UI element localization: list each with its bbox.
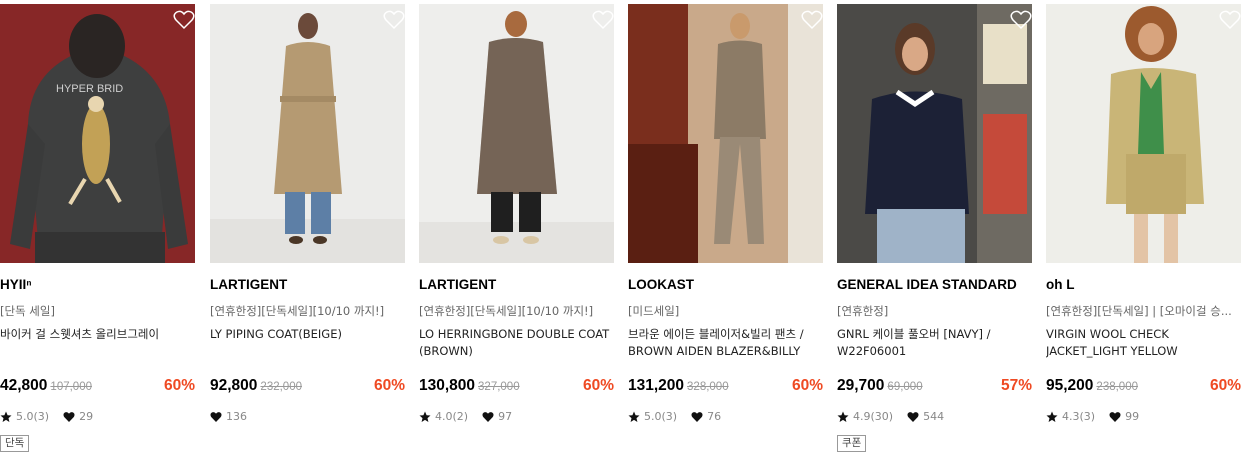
price: 42,800 107,000 bbox=[0, 377, 92, 395]
sale-price: 92,800 bbox=[210, 377, 258, 394]
product-name[interactable]: LO HERRINGBONE DOUBLE COAT (BROWN) bbox=[419, 326, 611, 360]
product-name[interactable]: GNRL 케이블 풀오버 [NAVY] / W22F06001 bbox=[837, 326, 1029, 360]
sale-price: 130,800 bbox=[419, 377, 476, 394]
rating-text: 5.0(3) bbox=[644, 410, 678, 423]
original-price: 69,000 bbox=[887, 381, 923, 393]
star-icon bbox=[419, 411, 431, 422]
price: 131,200 328,000 bbox=[628, 377, 729, 395]
product-card[interactable]: LARTIGENT [연휴한정][단독세일][10/10 까지!] LY PIP… bbox=[210, 4, 405, 456]
wishlist-heart-icon[interactable] bbox=[1219, 10, 1241, 30]
heart-filled-icon bbox=[691, 411, 703, 422]
price: 29,700 69,000 bbox=[837, 377, 923, 395]
sale-tag: [미드세일] bbox=[628, 304, 680, 318]
wishlist-heart-icon[interactable] bbox=[173, 10, 195, 30]
original-price: 238,000 bbox=[1096, 381, 1138, 393]
likes-count: 97 bbox=[498, 410, 513, 423]
brand-name[interactable]: LARTIGENT bbox=[210, 277, 287, 292]
heart-filled-icon bbox=[63, 411, 75, 422]
brand-name[interactable]: GENERAL IDEA STANDARD bbox=[837, 277, 1017, 292]
exclusive-badge: 단독 bbox=[0, 435, 30, 452]
product-name[interactable]: LY PIPING COAT(BEIGE) bbox=[210, 326, 402, 343]
product-meta: 4.3(3) 99 bbox=[1046, 410, 1139, 423]
rating-text: 4.0(2) bbox=[435, 410, 469, 423]
likes: 76 bbox=[691, 410, 721, 423]
likes: 136 bbox=[210, 410, 247, 423]
sale-tag: [단독 세일] bbox=[0, 304, 55, 318]
wishlist-heart-icon[interactable] bbox=[592, 10, 614, 30]
product-name[interactable]: VIRGIN WOOL CHECK JACKET_LIGHT YELLOW bbox=[1046, 326, 1238, 360]
brand-name[interactable]: LOOKAST bbox=[628, 277, 694, 292]
likes-count: 544 bbox=[923, 410, 945, 423]
star-icon bbox=[837, 411, 849, 422]
rating-text: 4.3(3) bbox=[1062, 410, 1096, 423]
coupon-badge: 쿠폰 bbox=[837, 435, 867, 452]
product-meta: 4.9(30) 544 bbox=[837, 410, 944, 423]
product-image[interactable] bbox=[1046, 4, 1241, 263]
product-image[interactable]: HYPER BRID bbox=[0, 4, 195, 263]
likes-count: 136 bbox=[226, 410, 247, 423]
wishlist-heart-icon[interactable] bbox=[383, 10, 405, 30]
likes-count: 99 bbox=[1125, 410, 1140, 423]
product-image[interactable] bbox=[419, 4, 614, 263]
sale-price: 95,200 bbox=[1046, 377, 1094, 394]
likes: 97 bbox=[482, 410, 512, 423]
wishlist-heart-icon[interactable] bbox=[801, 10, 823, 30]
discount-rate: 57% bbox=[1000, 377, 1032, 394]
product-meta: 4.0(2) 97 bbox=[419, 410, 512, 423]
original-price: 328,000 bbox=[687, 381, 729, 393]
rating-text: 4.9(30) bbox=[853, 410, 894, 423]
likes: 99 bbox=[1109, 410, 1139, 423]
heart-filled-icon bbox=[482, 411, 494, 422]
heart-filled-icon bbox=[1109, 411, 1121, 422]
brand-name[interactable]: LARTIGENT bbox=[419, 277, 496, 292]
product-card[interactable]: GENERAL IDEA STANDARD [연휴한정] GNRL 케이블 풀오… bbox=[837, 4, 1032, 456]
original-price: 107,000 bbox=[50, 381, 92, 393]
original-price: 232,000 bbox=[260, 381, 302, 393]
product-card[interactable]: HYPER BRID HYIIⁿ [단독 세일] 바이커 걸 스웻셔츠 올리브그… bbox=[0, 4, 195, 456]
sale-price: 29,700 bbox=[837, 377, 885, 394]
likes: 29 bbox=[63, 410, 93, 423]
product-meta: 5.0(3) 29 bbox=[0, 410, 93, 423]
discount-rate: 60% bbox=[163, 377, 195, 394]
sale-tag: [연휴한정][단독세일][10/10 까지!] bbox=[210, 304, 385, 318]
product-name[interactable]: 브라운 에이든 블레이저&빌리 팬츠 / BROWN AIDEN BLAZER&… bbox=[628, 326, 820, 360]
likes: 544 bbox=[907, 410, 944, 423]
original-price: 327,000 bbox=[478, 381, 520, 393]
product-meta: 5.0(3) 76 bbox=[628, 410, 721, 423]
discount-rate: 60% bbox=[373, 377, 405, 394]
product-grid: HYPER BRID HYIIⁿ [단독 세일] 바이커 걸 스웻셔츠 올리브그… bbox=[0, 0, 1244, 456]
product-image[interactable] bbox=[837, 4, 1032, 263]
brand-name[interactable]: oh L bbox=[1046, 277, 1075, 292]
sale-tag: [연휴한정][단독세일] | [오마이걸 승... bbox=[1046, 304, 1232, 318]
brand-name[interactable]: HYIIⁿ bbox=[0, 277, 32, 292]
product-card[interactable]: oh L [연휴한정][단독세일] | [오마이걸 승... VIRGIN WO… bbox=[1046, 4, 1241, 456]
price: 130,800 327,000 bbox=[419, 377, 520, 395]
product-image[interactable] bbox=[210, 4, 405, 263]
sale-price: 131,200 bbox=[628, 377, 685, 394]
price: 92,800 232,000 bbox=[210, 377, 302, 395]
likes-count: 76 bbox=[707, 410, 722, 423]
discount-rate: 60% bbox=[791, 377, 823, 394]
product-card[interactable]: LOOKAST [미드세일] 브라운 에이든 블레이저&빌리 팬츠 / BROW… bbox=[628, 4, 823, 456]
star-icon bbox=[0, 411, 12, 422]
sale-price: 42,800 bbox=[0, 377, 48, 394]
price: 95,200 238,000 bbox=[1046, 377, 1138, 395]
product-card[interactable]: LARTIGENT [연휴한정][단독세일][10/10 까지!] LO HER… bbox=[419, 4, 614, 456]
rating-text: 5.0(3) bbox=[16, 410, 50, 423]
heart-filled-icon bbox=[907, 411, 919, 422]
discount-rate: 60% bbox=[582, 377, 614, 394]
image-print-text: HYPER BRID bbox=[56, 83, 123, 95]
product-image[interactable] bbox=[628, 4, 823, 263]
heart-filled-icon bbox=[210, 411, 222, 422]
sale-tag: [연휴한정][단독세일][10/10 까지!] bbox=[419, 304, 594, 318]
discount-rate: 60% bbox=[1209, 377, 1241, 394]
product-meta: 136 bbox=[210, 410, 247, 423]
star-icon bbox=[628, 411, 640, 422]
product-name[interactable]: 바이커 걸 스웻셔츠 올리브그레이 bbox=[0, 326, 192, 343]
star-icon bbox=[1046, 411, 1058, 422]
wishlist-heart-icon[interactable] bbox=[1010, 10, 1032, 30]
sale-tag: [연휴한정] bbox=[837, 304, 889, 318]
likes-count: 29 bbox=[79, 410, 94, 423]
